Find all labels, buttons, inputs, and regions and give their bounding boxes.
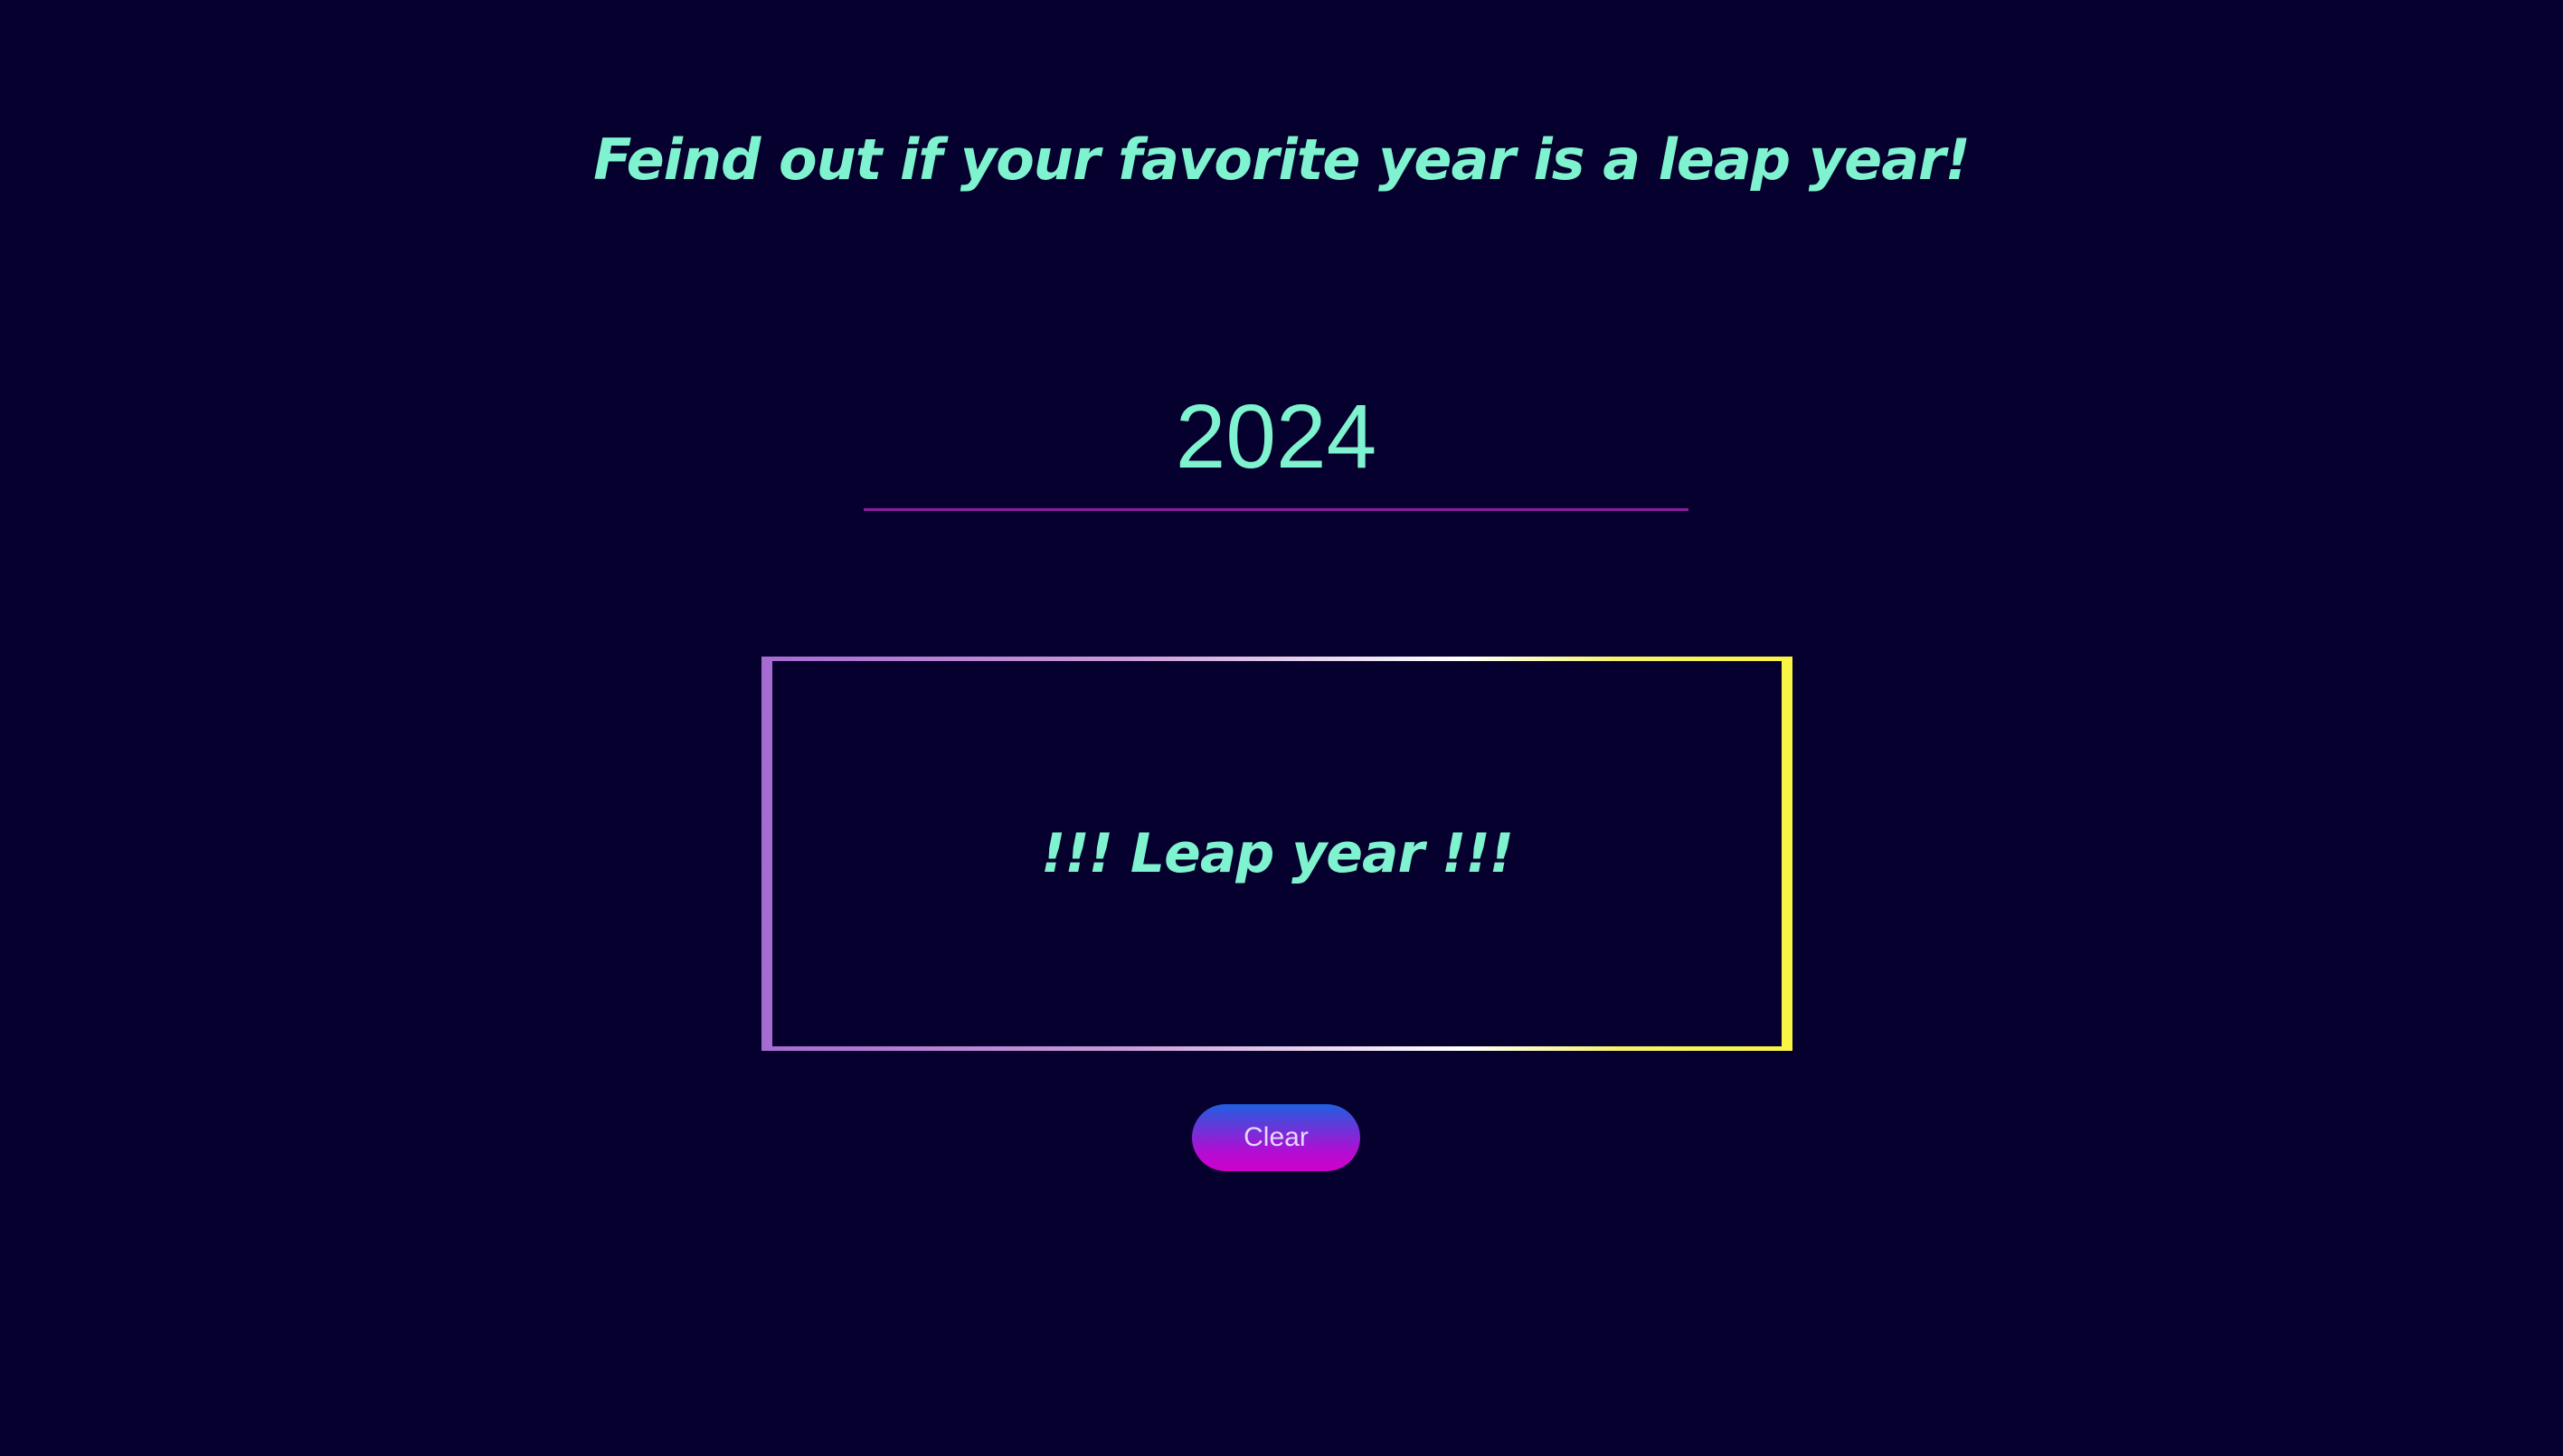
result-message: !!! Leap year !!! xyxy=(1040,822,1514,885)
year-input[interactable] xyxy=(864,366,1688,511)
clear-button[interactable]: Clear xyxy=(1192,1104,1360,1171)
result-box: !!! Leap year !!! xyxy=(761,657,1792,1051)
page-title: Feind out if your favorite year is a lea… xyxy=(593,127,1971,193)
result-box-inner: !!! Leap year !!! xyxy=(772,661,1782,1046)
